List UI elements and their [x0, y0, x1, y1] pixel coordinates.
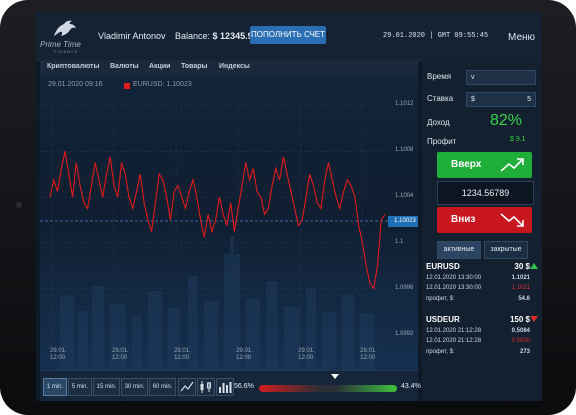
deal-profit-value: 273: [519, 349, 530, 355]
deal-pair: EURUSD: [426, 262, 460, 271]
arrow-up-icon: [530, 263, 538, 269]
y-tick-label: 1.1012: [395, 101, 414, 108]
tab-stocks[interactable]: Акции: [149, 63, 170, 70]
deposit-button[interactable]: ПОПОЛНИТЬ СЧЕТ: [250, 26, 326, 44]
logo-text: Prime Time: [40, 40, 81, 49]
sentiment-bar: [259, 385, 397, 392]
deal-open-price: 1.1021: [511, 275, 530, 281]
profit-label: Профит: [427, 137, 457, 146]
logo-tagline: FINANCE: [54, 49, 79, 54]
deal-profit-value: 54.6: [518, 296, 530, 302]
current-price-tag: 1.10023: [388, 216, 418, 227]
deal-close-price: 0.5000: [511, 338, 530, 344]
stake-value: 5: [527, 96, 531, 103]
deal-profit-label: профит, $:: [426, 349, 455, 355]
app-screen: Prime Time FINANCE Vladimir Antonov Bala…: [36, 12, 542, 401]
sentiment-marker: [331, 374, 339, 379]
logo[interactable]: Prime Time FINANCE: [40, 18, 90, 54]
instrument-label: EURUSD: 1.10023: [133, 81, 192, 88]
timeframe-15min[interactable]: 15 min.: [93, 378, 120, 396]
y-tick-label: 1.1008: [395, 147, 414, 154]
price-chart[interactable]: 29.01.2020 09:16 EURUSD: 1.10023 1.1012 1…: [40, 76, 418, 370]
deal-close-price: 1.1021: [511, 285, 530, 291]
timeframe-5min[interactable]: 5 min.: [68, 378, 92, 396]
datetime: 29.01.2020 | GMT 09:55:45: [383, 32, 489, 40]
deal-amount: 150 $: [509, 315, 530, 324]
deal-open-time: 12.01.2020 13:30:00: [426, 275, 482, 281]
buy-percent: 43.4%: [401, 383, 421, 390]
chart-panel: Криптовалюты Валюты Акции Товары Индексы: [40, 60, 421, 401]
trend-down-icon: [500, 213, 524, 227]
top-bar: Prime Time FINANCE Vladimir Antonov Bala…: [36, 12, 542, 61]
tab-crypto[interactable]: Криптовалюты: [47, 63, 99, 70]
y-tick-label: 1.1004: [395, 193, 414, 200]
tab-indices[interactable]: Индексы: [219, 63, 250, 70]
trend-up-icon: [500, 158, 524, 172]
income-value: 82%: [490, 112, 523, 129]
x-tick-label: 29.01. 12:00: [50, 348, 67, 361]
x-tick-label: 29.01. 12:00: [174, 348, 191, 361]
chart-toolbar: 1 min. 5 min. 15 min. 30 min. 60 min. 56…: [40, 370, 421, 401]
legend-swatch: [124, 83, 130, 89]
price-series-line: [49, 151, 386, 291]
x-tick-label: 29.01. 12:00: [112, 348, 129, 361]
deal-item[interactable]: EURUSD 30 $ 12.01.2020 13:30:00 1.1021 1…: [426, 262, 538, 310]
time-select-value: v: [471, 74, 475, 81]
city-skyline: [60, 236, 374, 370]
down-button[interactable]: Вниз: [437, 207, 532, 233]
y-tick-label: 1.1: [395, 238, 404, 245]
sell-percent: 56.6%: [234, 383, 254, 390]
y-tick-label: 1.0996: [395, 284, 414, 291]
deal-close-time: 12.01.2020 21:12:28: [426, 338, 482, 344]
chart-timestamp: 29.01.2020 09:16: [48, 81, 103, 88]
stake-currency: $: [471, 96, 475, 103]
menu-button[interactable]: Меню: [508, 32, 535, 43]
profit-value: $ 9.1: [510, 136, 526, 143]
timeframe-1min[interactable]: 1 min.: [43, 378, 67, 396]
line-chart-icon[interactable]: [178, 378, 196, 396]
current-price-display: 1234.56789: [437, 181, 534, 205]
chart-canvas: [40, 94, 388, 370]
deal-profit-label: профит, $:: [426, 296, 455, 302]
timeframe-60min[interactable]: 60 min.: [149, 378, 176, 396]
tab-commodities[interactable]: Товары: [181, 63, 207, 70]
tab-currencies[interactable]: Валюты: [110, 63, 139, 70]
arrow-down-icon: [530, 316, 538, 322]
user-name[interactable]: Vladimir Antonov: [98, 31, 166, 41]
bar-chart-icon[interactable]: [216, 378, 234, 396]
up-button[interactable]: Вверх: [437, 152, 532, 178]
deal-amount: 30 $: [514, 262, 530, 271]
tab-active-deals[interactable]: активные: [437, 241, 481, 259]
deal-open-price: 0.5084: [511, 328, 530, 334]
category-tabs: Криптовалюты Валюты Акции Товары Индексы: [40, 60, 418, 76]
x-tick-label: 29.01. 12:00: [236, 348, 253, 361]
tablet-camera: [16, 202, 22, 208]
deal-open-time: 12.01.2020 21:12:28: [426, 328, 482, 334]
deal-pair: USDEUR: [426, 315, 460, 324]
time-label: Время: [427, 72, 452, 81]
x-tick-label: 29.01. 12:00: [298, 348, 315, 361]
y-tick-label: 1.0992: [395, 330, 414, 337]
timeframe-30min[interactable]: 30 min.: [121, 378, 148, 396]
tab-closed-deals[interactable]: закрытые: [484, 241, 528, 259]
balance: Balance: $ 12345.90: [175, 31, 258, 41]
income-label: Доход: [427, 118, 450, 127]
deal-close-time: 12.01.2020 13:30:00: [426, 285, 482, 291]
candlestick-chart-icon[interactable]: [197, 378, 215, 396]
down-button-label: Вниз: [451, 214, 476, 225]
horse-logo-icon: [54, 20, 76, 36]
deal-item[interactable]: USDEUR 150 $ 12.01.2020 21:12:28 0.5084 …: [426, 315, 538, 363]
time-select[interactable]: v: [466, 70, 536, 85]
up-button-label: Вверх: [451, 159, 482, 170]
tablet-frame: Prime Time FINANCE Vladimir Antonov Bala…: [0, 0, 576, 415]
stake-label: Ставка: [427, 94, 454, 103]
x-tick-label: 29.01. 12:00: [360, 348, 377, 361]
balance-label: Balance:: [175, 31, 211, 41]
trade-panel: Время v Ставка $ 5 Доход 82% Профит $ 9.…: [422, 60, 542, 401]
stake-input[interactable]: $ 5: [466, 92, 536, 107]
